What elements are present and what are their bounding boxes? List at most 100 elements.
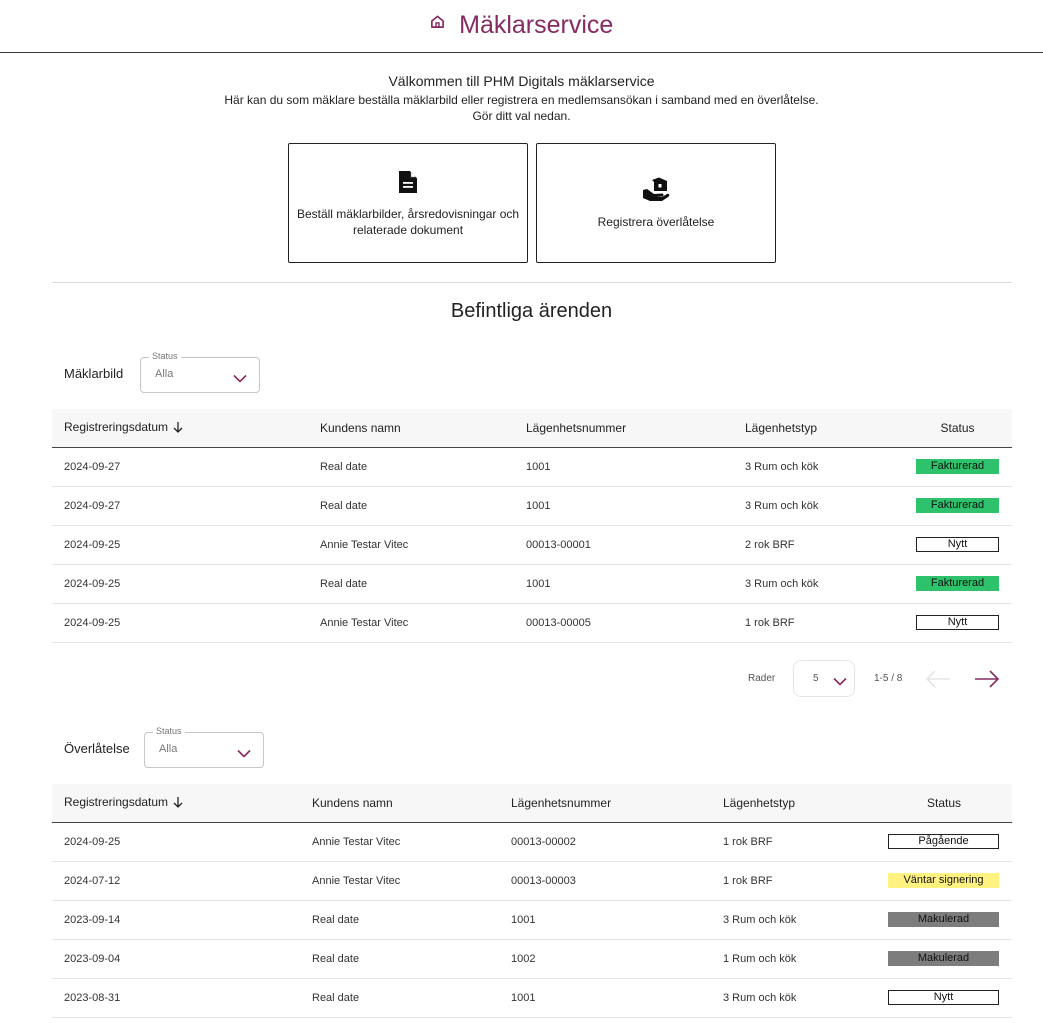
column-header-type[interactable]: Lägenhetstyp bbox=[711, 784, 876, 823]
cell-number: 00013-00003 bbox=[499, 861, 711, 901]
overlatelse-status-select[interactable]: Status Alla bbox=[144, 726, 264, 768]
table-row[interactable]: 2024-09-25 Real date 1001 3 Rum och kök … bbox=[52, 564, 1012, 604]
cell-type: 3 Rum och kök bbox=[733, 564, 903, 604]
cell-name: Annie Testar Vitec bbox=[308, 603, 514, 643]
cell-number: 00013-00002 bbox=[499, 822, 711, 862]
cell-date: 2024-09-25 bbox=[52, 525, 308, 565]
status-badge: Nytt bbox=[916, 615, 999, 630]
cell-type: 1 rok BRF bbox=[711, 861, 876, 901]
cell-date: 2024-09-25 bbox=[52, 564, 308, 604]
cell-name: Real date bbox=[300, 900, 499, 940]
existing-cases-heading: Befintliga ärenden bbox=[450, 300, 613, 322]
overlatelse-table: Registreringsdatum Kundens namn Lägenhet… bbox=[52, 784, 1012, 1018]
cell-type: 3 Rum och kök bbox=[733, 486, 903, 526]
cell-status: Väntar signering bbox=[876, 861, 1012, 901]
cell-number: 1001 bbox=[499, 900, 711, 940]
status-select-value: Alla bbox=[159, 743, 178, 755]
rows-per-page-value: 5 bbox=[813, 673, 819, 684]
register-transfer-card[interactable]: Registrera överlåtelse bbox=[536, 143, 776, 263]
status-badge: Nytt bbox=[916, 537, 999, 552]
cell-status: Fakturerad bbox=[903, 447, 1012, 487]
cell-status: Makulerad bbox=[876, 939, 1012, 979]
cell-type: 2 rok BRF bbox=[733, 525, 903, 565]
column-header-type[interactable]: Lägenhetstyp bbox=[733, 409, 903, 448]
home-icon[interactable] bbox=[430, 14, 445, 34]
table-row[interactable]: 2024-09-25 Annie Testar Vitec 00013-0000… bbox=[52, 822, 1012, 862]
rows-per-page-select[interactable]: 5 bbox=[793, 660, 855, 697]
status-badge: Fakturerad bbox=[916, 498, 999, 513]
cell-date: 2024-09-27 bbox=[52, 447, 308, 487]
maklarbild-status-select[interactable]: Status Alla bbox=[140, 351, 260, 393]
section-divider bbox=[52, 282, 1012, 283]
cell-status: Fakturerad bbox=[903, 564, 1012, 604]
column-header-status[interactable]: Status bbox=[903, 409, 1012, 448]
cell-name: Real date bbox=[300, 939, 499, 979]
column-header-status[interactable]: Status bbox=[876, 784, 1012, 823]
cell-number: 1002 bbox=[499, 939, 711, 979]
cell-date: 2024-07-12 bbox=[52, 861, 300, 901]
cell-status: Nytt bbox=[876, 978, 1012, 1018]
table-row[interactable]: 2024-09-25 Annie Testar Vitec 00013-0000… bbox=[52, 603, 1012, 643]
table-row[interactable]: 2024-09-27 Real date 1001 3 Rum och kök … bbox=[52, 447, 1012, 487]
hand-house-icon bbox=[642, 177, 670, 208]
table-row[interactable]: 2023-08-31 Real date 1001 3 Rum och kök … bbox=[52, 978, 1012, 1018]
column-header-name[interactable]: Kundens namn bbox=[308, 409, 514, 448]
cell-name: Real date bbox=[308, 447, 514, 487]
cell-date: 2024-09-27 bbox=[52, 486, 308, 526]
chevron-down-icon bbox=[833, 673, 847, 691]
cell-date: 2023-09-14 bbox=[52, 900, 300, 940]
column-header-date[interactable]: Registreringsdatum bbox=[52, 409, 308, 448]
status-badge: Nytt bbox=[888, 990, 999, 1005]
sort-down-icon[interactable] bbox=[173, 421, 183, 436]
app-title: Mäklarservice bbox=[459, 11, 614, 39]
table-row[interactable]: 2023-09-14 Real date 1001 3 Rum och kök … bbox=[52, 900, 1012, 940]
cell-type: 3 Rum och kök bbox=[711, 978, 876, 1018]
status-select-value: Alla bbox=[155, 368, 174, 380]
status-badge: Fakturerad bbox=[916, 459, 999, 474]
cell-status: Makulerad bbox=[876, 900, 1012, 940]
cell-number: 1001 bbox=[514, 486, 733, 526]
table-row[interactable]: 2024-09-27 Real date 1001 3 Rum och kök … bbox=[52, 486, 1012, 526]
cell-name: Real date bbox=[300, 978, 499, 1018]
status-badge: Väntar signering bbox=[888, 873, 999, 888]
order-documents-card[interactable]: Beställ mäklarbilder, årsredovisningar o… bbox=[288, 143, 528, 263]
cell-date: 2024-09-25 bbox=[52, 822, 300, 862]
cell-name: Real date bbox=[308, 564, 514, 604]
table-row[interactable]: 2024-09-25 Annie Testar Vitec 00013-0000… bbox=[52, 525, 1012, 565]
cell-name: Annie Testar Vitec bbox=[300, 861, 499, 901]
previous-page-button[interactable] bbox=[925, 669, 951, 694]
cell-status: Fakturerad bbox=[903, 486, 1012, 526]
chevron-down-icon bbox=[237, 745, 251, 763]
table-row[interactable]: 2023-09-04 Real date 1002 1 Rum och kök … bbox=[52, 939, 1012, 979]
cell-type: 3 Rum och kök bbox=[733, 447, 903, 487]
arrow-right-icon bbox=[975, 670, 1000, 688]
column-header-date[interactable]: Registreringsdatum bbox=[52, 784, 300, 823]
cell-date: 2024-09-25 bbox=[52, 603, 308, 643]
status-select-legend: Status bbox=[149, 351, 181, 361]
status-select-legend: Status bbox=[153, 726, 185, 736]
rows-per-page-label: Rader bbox=[748, 673, 776, 684]
intro-text: Här kan du som mäklare beställa mäklarbi… bbox=[224, 93, 819, 107]
status-badge: Pågående bbox=[888, 834, 999, 849]
column-header-number[interactable]: Lägenhetsnummer bbox=[514, 409, 733, 448]
intro-title: Välkommen till PHM Digitals mäklarservic… bbox=[388, 73, 655, 89]
status-badge: Makulerad bbox=[888, 951, 999, 966]
cell-status: Pågående bbox=[876, 822, 1012, 862]
column-header-number[interactable]: Lägenhetsnummer bbox=[499, 784, 711, 823]
cell-number: 1001 bbox=[514, 447, 733, 487]
column-header-name[interactable]: Kundens namn bbox=[300, 784, 499, 823]
status-badge: Makulerad bbox=[888, 912, 999, 927]
document-icon bbox=[397, 169, 419, 200]
maklarbild-table: Registreringsdatum Kundens namn Lägenhet… bbox=[52, 409, 1012, 643]
cell-number: 1001 bbox=[499, 978, 711, 1018]
cell-number: 00013-00001 bbox=[514, 525, 733, 565]
table-row[interactable]: 2024-07-12 Annie Testar Vitec 00013-0000… bbox=[52, 861, 1012, 901]
maklarbild-section-label: Mäklarbild bbox=[64, 366, 124, 381]
next-page-button[interactable] bbox=[974, 669, 1000, 694]
sort-down-icon[interactable] bbox=[173, 796, 183, 811]
chevron-down-icon bbox=[233, 370, 247, 388]
cell-status: Nytt bbox=[903, 603, 1012, 643]
header-title-group: Mäklarservice bbox=[0, 11, 1043, 40]
order-documents-label: Beställ mäklarbilder, årsredovisningar o… bbox=[296, 206, 520, 237]
cell-name: Annie Testar Vitec bbox=[308, 525, 514, 565]
